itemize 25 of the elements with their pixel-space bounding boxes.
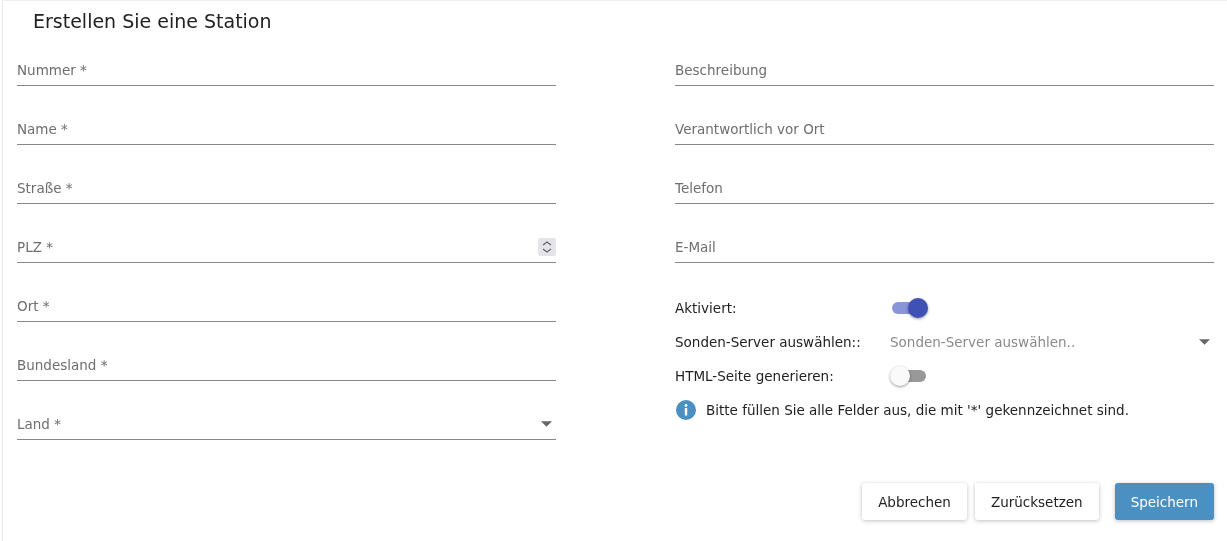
input-field[interactable]: Verantwortlich vor Ort <box>675 120 1214 137</box>
input-field[interactable]: Bundesland * <box>17 356 556 373</box>
spinner-icon[interactable] <box>538 237 556 256</box>
number-field[interactable]: PLZ * <box>17 238 538 255</box>
input-field[interactable]: Telefon <box>675 179 1214 196</box>
input-field[interactable]: Name * <box>17 120 556 137</box>
dropdown-field[interactable]: Sonden-Server auswählen.. <box>890 327 1214 357</box>
input-field[interactable]: Ort * <box>17 297 556 314</box>
input-field[interactable]: Nummer * <box>17 61 556 78</box>
dropdown-field[interactable]: Land * <box>17 415 541 432</box>
setting-label: HTML-Seite generieren: <box>675 368 835 384</box>
input-field[interactable]: Beschreibung <box>675 61 1214 78</box>
info-icon <box>676 400 696 420</box>
input-field[interactable]: Straße * <box>17 179 556 196</box>
action-button[interactable]: Abbrechen <box>862 483 967 520</box>
toggle-switch[interactable] <box>890 297 928 319</box>
input-field[interactable]: E-Mail <box>675 238 1214 255</box>
caret-icon <box>1199 339 1210 345</box>
info-text: Bitte füllen Sie alle Felder aus, die mit '*' gekennzeichnet sind. <box>706 402 1129 418</box>
dialog-title: Erstellen Sie eine Station <box>32 9 273 34</box>
setting-label: Aktiviert: <box>675 300 738 316</box>
setting-label: Sonden-Server auswählen:: <box>675 334 862 350</box>
caret-icon <box>541 420 552 427</box>
action-button[interactable]: Zurücksetzen <box>974 483 1099 520</box>
toggle-switch[interactable] <box>890 365 928 387</box>
